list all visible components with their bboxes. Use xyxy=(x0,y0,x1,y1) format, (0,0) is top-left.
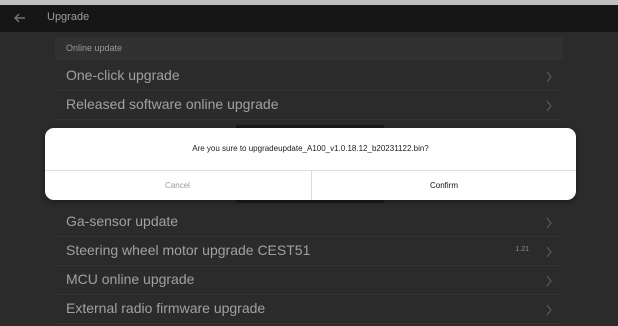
progress-bar-shadow xyxy=(236,200,384,203)
confirm-dialog: Are you sure to upgradeupdate_A100_v1.0.… xyxy=(45,128,576,200)
upgrade-screen: Upgrade Online update One-click upgrade … xyxy=(0,0,618,326)
dialog-message: Are you sure to upgradeupdate_A100_v1.0.… xyxy=(192,144,429,153)
confirm-button[interactable]: Confirm xyxy=(312,171,576,200)
cancel-button[interactable]: Cancel xyxy=(45,171,310,200)
